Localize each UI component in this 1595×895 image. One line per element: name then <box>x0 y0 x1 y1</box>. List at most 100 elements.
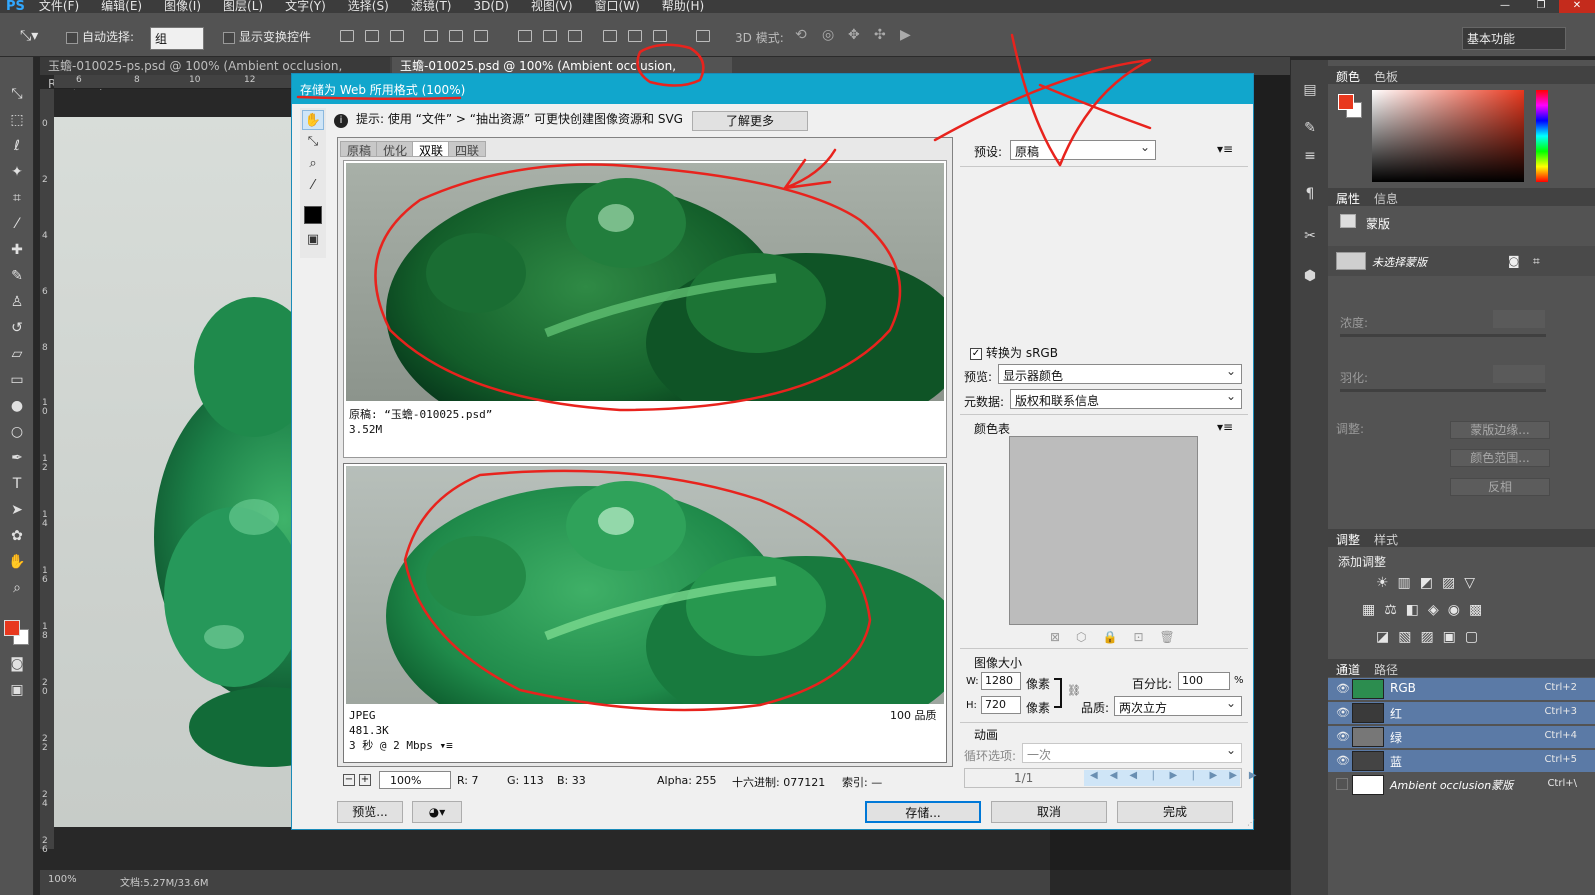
cancel-button[interactable]: 取消 <box>991 801 1107 823</box>
channel-row-blue[interactable]: 👁 蓝 Ctrl+5 <box>1328 750 1595 772</box>
marquee-tool-icon[interactable]: ⬚ <box>8 111 26 129</box>
color-table-action-icons[interactable]: ⊠⬡🔒⊡🗑 <box>1050 630 1191 644</box>
brush-tool-icon[interactable]: ✎ <box>8 267 26 285</box>
adjustment-icons-row3[interactable]: ◪▧▨▣▢ <box>1376 629 1487 645</box>
color-range-button[interactable]: 颜色范围... <box>1450 449 1550 467</box>
density-slider[interactable] <box>1340 334 1546 337</box>
density-input[interactable] <box>1493 310 1545 328</box>
quick-mask-icon[interactable]: ◙ <box>8 655 26 673</box>
path-select-icon[interactable]: ➤ <box>8 501 26 519</box>
eyedropper-tool-icon[interactable]: ⁄ <box>8 215 26 233</box>
history-brush-icon[interactable]: ↺ <box>8 319 26 337</box>
tab-adjustments[interactable]: 调整 <box>1336 531 1360 548</box>
zoom-out-icon[interactable]: − <box>343 774 355 786</box>
eyedropper-icon[interactable]: ⁄ <box>302 176 324 196</box>
toggle-slices-icon[interactable]: ▣ <box>302 230 324 250</box>
browser-preview-icon[interactable]: ◕▾ <box>412 801 462 823</box>
resize-grip-icon[interactable]: ⋰ <box>1247 818 1255 828</box>
3d-rotate-icon[interactable]: ⟲ <box>795 27 807 43</box>
distribute-right-icon[interactable] <box>653 30 667 42</box>
gradient-tool-icon[interactable]: ▭ <box>8 371 26 389</box>
metadata-dropdown[interactable]: 版权和联系信息 <box>1010 389 1242 409</box>
doc-size-readout[interactable]: 文档:5.27M/33.6M <box>120 874 209 889</box>
tab-color[interactable]: 颜色 <box>1336 68 1360 85</box>
tab-paths[interactable]: 路径 <box>1374 661 1398 678</box>
distribute-bottom-icon[interactable] <box>568 30 582 42</box>
healing-tool-icon[interactable]: ✚ <box>8 241 26 259</box>
tab-info[interactable]: 信息 <box>1374 190 1398 207</box>
show-transform-checkbox[interactable]: 显示变换控件 <box>223 28 311 45</box>
pen-tool-icon[interactable]: ✒ <box>8 449 26 467</box>
resample-quality-dropdown[interactable]: 两次立方 <box>1114 696 1242 716</box>
dodge-tool-icon[interactable]: ○ <box>8 423 26 441</box>
history-panel-icon[interactable]: ▤ <box>1301 82 1319 100</box>
align-left-icon[interactable] <box>424 30 438 42</box>
tab-channels[interactable]: 通道 <box>1336 661 1360 678</box>
channel-row-green[interactable]: 👁 绿 Ctrl+4 <box>1328 726 1595 748</box>
hand-tool-icon[interactable]: ✋ <box>302 110 324 130</box>
distribute-vcenter-icon[interactable] <box>543 30 557 42</box>
channel-row-red[interactable]: 👁 红 Ctrl+3 <box>1328 702 1595 724</box>
menu-file[interactable]: 文件(F) <box>39 0 79 13</box>
channel-row-rgb[interactable]: 👁 RGB Ctrl+2 <box>1328 678 1595 700</box>
preset-dropdown[interactable]: 原稿 <box>1010 140 1156 160</box>
3d-drag-icon[interactable]: ✥ <box>848 27 860 43</box>
download-time-menu-icon[interactable]: ▾≡ <box>439 739 452 752</box>
done-button[interactable]: 完成 <box>1117 801 1233 823</box>
visibility-eye-icon[interactable]: 👁 <box>1336 730 1350 743</box>
original-preview-tile[interactable]: 原稿: “玉蟾-010025.psd” 3.52M <box>343 160 947 458</box>
align-vcenter-icon[interactable] <box>365 30 379 42</box>
height-input[interactable]: 720 <box>981 696 1021 714</box>
adjustment-icons-row1[interactable]: ☀▥◩▨▽ <box>1376 575 1484 591</box>
percent-input[interactable]: 100 <box>1178 672 1230 690</box>
visibility-eye-icon[interactable]: 👁 <box>1336 682 1350 695</box>
color-picker-field[interactable] <box>1372 90 1524 182</box>
vector-mask-icon[interactable]: ⌗ <box>1533 254 1540 269</box>
visibility-eye-icon[interactable]: 👁 <box>1336 754 1350 767</box>
optimized-preview-tile[interactable]: JPEG 481.3K 3 秒 @ 2 Mbps ▾≡ 100 品质 <box>343 463 947 763</box>
feather-input[interactable] <box>1493 365 1545 383</box>
menu-edit[interactable]: 编辑(E) <box>101 0 142 13</box>
minimize-button[interactable]: — <box>1487 0 1523 13</box>
tab-properties[interactable]: 属性 <box>1336 190 1360 207</box>
hand-tool-icon[interactable]: ✋ <box>8 553 26 571</box>
menu-image[interactable]: 图像(I) <box>164 0 201 13</box>
menu-3d[interactable]: 3D(D) <box>473 0 508 13</box>
tab-optimized[interactable]: 优化 <box>376 141 415 158</box>
align-right-icon[interactable] <box>474 30 488 42</box>
zoom-tool-icon[interactable]: ⌕ <box>302 154 324 174</box>
crop-tool-icon[interactable]: ⌗ <box>8 189 26 207</box>
learn-more-button[interactable]: 了解更多 <box>692 111 808 131</box>
3d-roll-icon[interactable]: ◎ <box>822 27 834 43</box>
fg-color-swatch[interactable] <box>1338 94 1354 110</box>
loop-dropdown[interactable]: 一次 <box>1022 743 1242 763</box>
distribute-hcenter-icon[interactable] <box>628 30 642 42</box>
distribute-left-icon[interactable] <box>603 30 617 42</box>
paragraph-icon[interactable]: ¶ <box>1301 186 1319 204</box>
menu-select[interactable]: 选择(S) <box>348 0 389 13</box>
visibility-eye-icon[interactable]: 👁 <box>1336 706 1350 719</box>
preset-menu-icon[interactable]: ▾≡ <box>1217 142 1233 156</box>
playback-buttons[interactable]: ◀◀◀❘▶❘▶▶▶ <box>1084 770 1257 786</box>
mask-layer-row[interactable]: 未选择蒙版 ◙ ⌗ <box>1328 246 1595 276</box>
brush-preset-icon[interactable]: ✎ <box>1301 120 1319 138</box>
menu-help[interactable]: 帮助(H) <box>662 0 704 13</box>
align-top-icon[interactable] <box>340 30 354 42</box>
convert-srgb-checkbox[interactable]: ✓ 转换为 sRGB <box>970 344 1058 361</box>
brush-settings-icon[interactable]: ≡ <box>1301 148 1319 166</box>
channel-row-ambient-mask[interactable]: Ambient occlusion蒙版 Ctrl+\ <box>1328 774 1595 796</box>
eyedropper-color-swatch[interactable] <box>304 206 322 224</box>
menu-filter[interactable]: 滤镜(T) <box>411 0 452 13</box>
visibility-toggle[interactable] <box>1336 778 1348 790</box>
hue-slider[interactable] <box>1536 90 1548 182</box>
slice-select-icon[interactable]: ⤡ <box>302 132 324 152</box>
menu-type[interactable]: 文字(Y) <box>285 0 326 13</box>
color-table-menu-icon[interactable]: ▾≡ <box>1217 420 1233 434</box>
zoom-in-icon[interactable]: + <box>359 774 371 786</box>
foreground-color-swatch[interactable] <box>4 620 20 636</box>
quick-select-tool-icon[interactable]: ✦ <box>8 163 26 181</box>
save-button[interactable]: 存储... <box>865 801 981 823</box>
adjustment-icons-row2[interactable]: ▦⚖◧◈◉▩ <box>1362 602 1491 618</box>
pixel-mask-icon[interactable]: ◙ <box>1508 254 1520 268</box>
workspace-dropdown[interactable]: 基本功能 <box>1462 27 1566 50</box>
